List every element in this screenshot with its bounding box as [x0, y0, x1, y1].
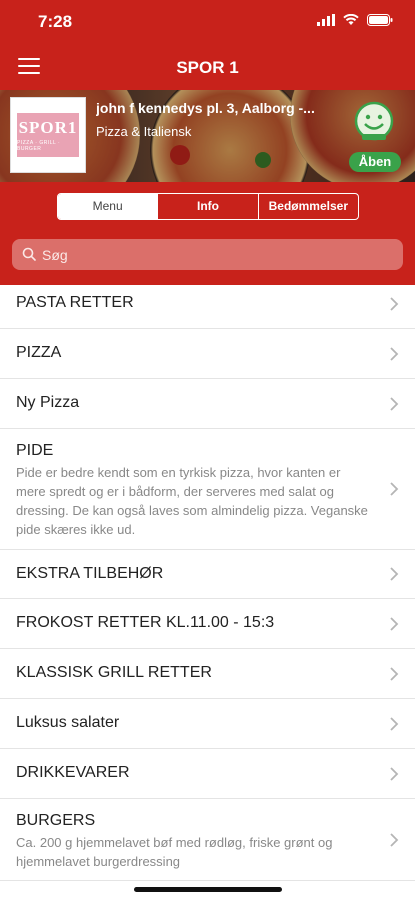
- open-status-badge: Åben: [349, 152, 401, 172]
- list-item-title: FROKOST RETTER KL.11.00 - 15:3: [16, 614, 275, 631]
- list-item-luksus-salater[interactable]: Luksus salater: [0, 699, 415, 749]
- status-icons: [317, 14, 393, 26]
- list-item-ny-pizza[interactable]: Ny Pizza: [0, 379, 415, 429]
- list-item-title: KLASSISK GRILL RETTER: [16, 664, 212, 681]
- status-time: 7:28: [38, 12, 73, 31]
- list-item-title: DRIKKEVARER: [16, 764, 130, 781]
- list-item-title: EKSTRA TILBEHØR: [16, 565, 164, 582]
- logo-text: SPOR1: [18, 118, 78, 137]
- logo-subtext: PIZZA · GRILL · BURGER: [17, 140, 61, 152]
- chevron-right-icon: [390, 832, 399, 847]
- list-item-title: PIZZA: [16, 344, 62, 361]
- chevron-right-icon: [390, 482, 399, 496]
- chevron-right-icon: [390, 666, 399, 681]
- home-indicator[interactable]: [134, 887, 282, 892]
- list-item-burgers[interactable]: BURGERS Ca. 200 g hjemmelavet bøf med rø…: [0, 799, 415, 881]
- menu-category-list: PASTA RETTER PIZZA Ny Pizza PIDE Pide er…: [0, 280, 415, 881]
- search-icon: [22, 247, 36, 261]
- signal-icon: [317, 14, 335, 26]
- list-item-title: Ny Pizza: [16, 394, 80, 411]
- chevron-right-icon: [390, 716, 399, 731]
- list-item-title: BURGERS: [16, 812, 96, 829]
- tab-info[interactable]: Info: [157, 194, 257, 219]
- restaurant-address: john f kennedys pl. 3, Aalborg -...: [96, 100, 315, 116]
- list-item-title: PIDE: [16, 442, 54, 459]
- list-item-grill-retter[interactable]: KLASSISK GRILL RETTER: [0, 649, 415, 699]
- chevron-right-icon: [390, 616, 399, 631]
- list-item-frokost-retter[interactable]: FROKOST RETTER KL.11.00 - 15:3: [0, 599, 415, 649]
- navigation-bar: SPOR 1: [0, 44, 415, 90]
- chevron-right-icon: [390, 766, 399, 781]
- list-item-title: PASTA RETTER: [16, 294, 134, 311]
- tab-reviews[interactable]: Bedømmelser: [257, 194, 358, 219]
- list-item-pasta[interactable]: PASTA RETTER: [0, 280, 415, 329]
- status-bar: 7:28: [0, 0, 415, 44]
- list-item-pide[interactable]: PIDE Pide er bedre kendt som en tyrkisk …: [0, 429, 415, 550]
- smiley-rating-icon: [354, 101, 394, 141]
- restaurant-logo: SPOR1 PIZZA · GRILL · BURGER: [10, 97, 86, 173]
- chevron-right-icon: [390, 396, 399, 411]
- chevron-right-icon: [390, 297, 399, 311]
- list-item-title: Luksus salater: [16, 714, 120, 731]
- list-item-ekstra-tilbehor[interactable]: EKSTRA TILBEHØR: [0, 550, 415, 599]
- battery-icon: [367, 14, 393, 26]
- list-item-drikkevarer[interactable]: DRIKKEVARER: [0, 749, 415, 799]
- wifi-icon: [343, 14, 359, 25]
- segmented-tabs: Menu Info Bedømmelser: [57, 193, 359, 220]
- chevron-right-icon: [390, 567, 399, 581]
- page-title: SPOR 1: [176, 58, 239, 77]
- list-item-description: Pide er bedre kendt som en tyrkisk pizza…: [16, 465, 368, 537]
- list-item-description: Ca. 200 g hjemmelavet bøf med rødløg, fr…: [16, 835, 333, 869]
- restaurant-category: Pizza & Italiensk: [96, 124, 192, 139]
- chevron-right-icon: [390, 346, 399, 361]
- search-bar: [12, 239, 403, 270]
- tab-menu[interactable]: Menu: [58, 194, 158, 219]
- list-item-pizza[interactable]: PIZZA: [0, 329, 415, 379]
- search-input[interactable]: [42, 239, 392, 270]
- restaurant-banner: SPOR1 PIZZA · GRILL · BURGER john f kenn…: [0, 90, 415, 182]
